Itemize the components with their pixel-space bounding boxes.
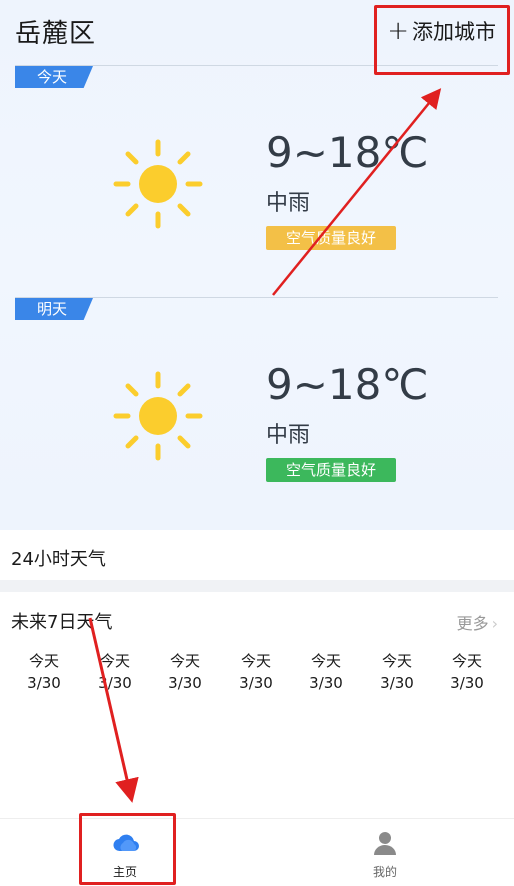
day-name: 今天 — [310, 652, 341, 670]
user-icon — [374, 832, 396, 855]
day-item[interactable]: 今天 3/30 — [14, 650, 74, 694]
today-tag: 今天 — [15, 66, 93, 88]
bottom-nav: 主页 我的 — [0, 818, 514, 886]
weekly-days: 今天 3/30 今天 3/30 今天 3/30 今天 3/30 今天 3/30 … — [0, 650, 514, 700]
tomorrow-condition: 中雨 — [266, 423, 311, 448]
nav-mine[interactable]: 我的 — [340, 819, 430, 886]
tomorrow-air-quality-badge: 空气质量良好 — [266, 458, 396, 482]
day-date: 3/30 — [239, 674, 273, 692]
day-name: 今天 — [240, 652, 271, 670]
day-name: 今天 — [169, 652, 200, 670]
day-item[interactable]: 今天 3/30 — [367, 650, 427, 694]
nav-mine-label: 我的 — [372, 865, 397, 879]
hourly-weather-title: 24小时天气 — [11, 549, 106, 570]
more-label: 更多 — [456, 614, 489, 633]
day-date: 3/30 — [450, 674, 484, 692]
sun-icon — [113, 371, 203, 461]
day-name: 今天 — [451, 652, 482, 670]
day-item[interactable]: 今天 3/30 — [226, 650, 286, 694]
day-item[interactable]: 今天 3/30 — [296, 650, 356, 694]
day-date: 3/30 — [98, 674, 132, 692]
day-name: 今天 — [28, 652, 59, 670]
chevron-right-icon: › — [491, 614, 498, 633]
day-date: 3/30 — [380, 674, 414, 692]
annotation-box — [79, 813, 176, 885]
today-air-quality-badge: 空气质量良好 — [266, 226, 396, 250]
tomorrow-tag: 明天 — [15, 298, 93, 320]
sun-icon — [113, 139, 203, 229]
day-item[interactable]: 今天 3/30 — [85, 650, 145, 694]
weather-hero: 岳麓区 + 添加城市 今天 9~18℃ 中雨 空气质量良好 明天 9~18℃ 中… — [0, 0, 514, 530]
annotation-box — [374, 5, 510, 75]
more-link[interactable]: 更多 › — [457, 610, 498, 634]
tomorrow-temperature: 9~18℃ — [266, 360, 429, 409]
weekly-weather-title: 未来7日天气 — [11, 612, 113, 633]
day-item[interactable]: 今天 3/30 — [437, 650, 497, 694]
divider — [15, 297, 498, 298]
weather-app: 岳麓区 + 添加城市 今天 9~18℃ 中雨 空气质量良好 明天 9~18℃ 中… — [0, 0, 514, 886]
section-gap — [0, 580, 514, 592]
today-condition: 中雨 — [266, 191, 311, 216]
day-date: 3/30 — [27, 674, 61, 692]
day-name: 今天 — [99, 652, 130, 670]
day-date: 3/30 — [309, 674, 343, 692]
day-item[interactable]: 今天 3/30 — [155, 650, 215, 694]
city-name[interactable]: 岳麓区 — [15, 13, 96, 50]
day-name: 今天 — [381, 652, 412, 670]
today-temperature: 9~18℃ — [266, 128, 429, 177]
day-date: 3/30 — [168, 674, 202, 692]
